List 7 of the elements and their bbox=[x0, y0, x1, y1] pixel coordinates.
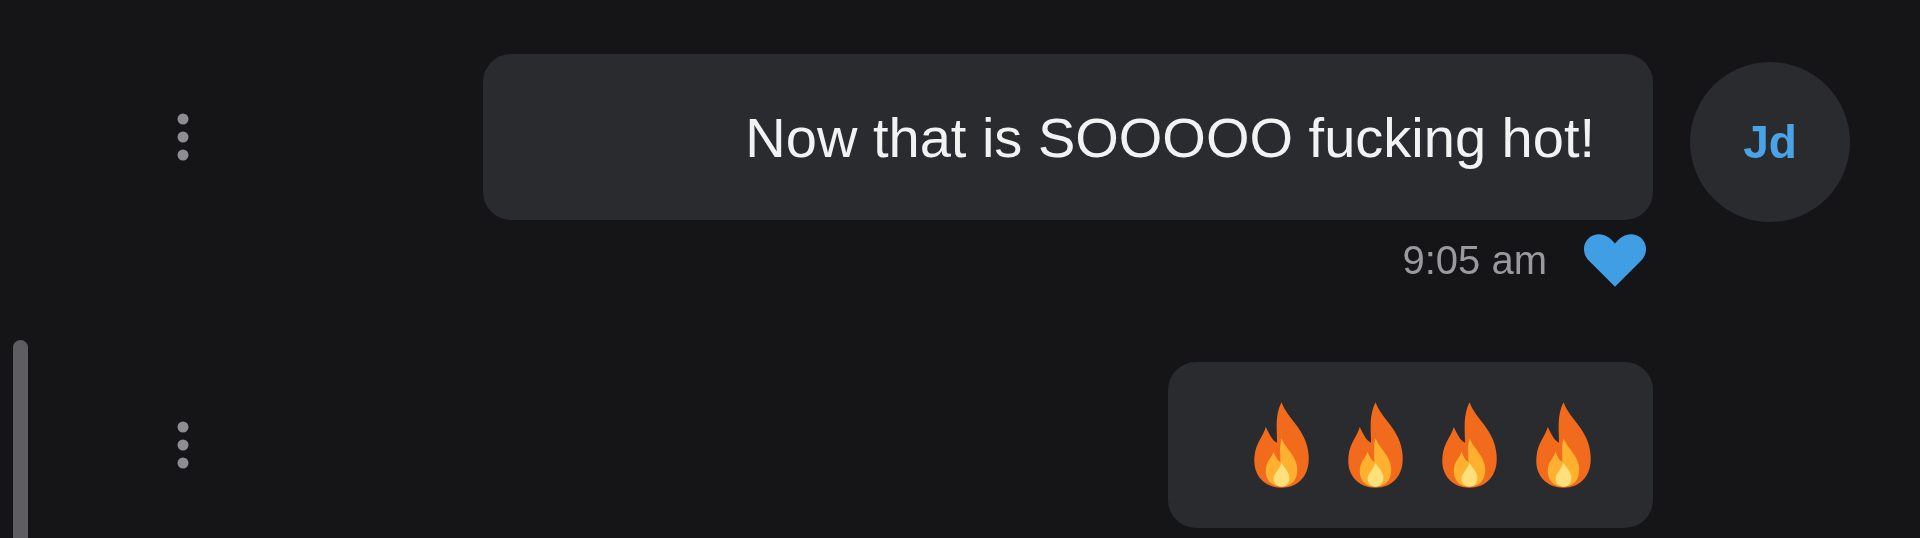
message-text: Now that is SOOOOO fucking hot! bbox=[745, 104, 1595, 170]
more-options-icon[interactable] bbox=[176, 112, 190, 162]
avatar-initials: Jd bbox=[1743, 115, 1797, 169]
message-time: 9:05 am bbox=[1402, 237, 1547, 283]
avatar[interactable]: Jd bbox=[1690, 62, 1850, 222]
scrollbar[interactable] bbox=[13, 340, 28, 538]
more-options-icon[interactable] bbox=[176, 420, 190, 470]
